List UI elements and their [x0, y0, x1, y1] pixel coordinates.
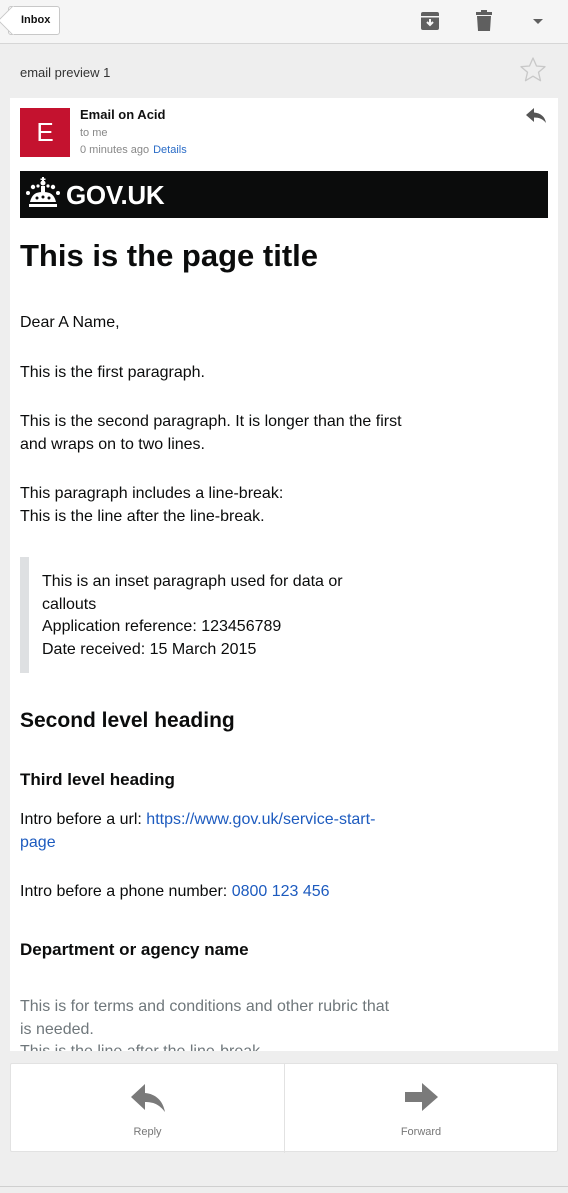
- inbox-back-button[interactable]: Inbox: [8, 6, 61, 35]
- gov-logo-text: GOV.UK: [66, 180, 165, 210]
- inbox-back-label: Inbox: [21, 14, 51, 26]
- chevron-down-icon[interactable]: [527, 10, 549, 32]
- forward-button[interactable]: Forward: [284, 1064, 557, 1153]
- gov-banner: GOV.UK: [20, 171, 548, 218]
- message-time: 0 minutes ago Details: [80, 144, 187, 156]
- forward-arrow-icon: [405, 1083, 438, 1111]
- paragraph-3-line-1: This paragraph includes a line-break:: [20, 485, 284, 502]
- page-title: This is the page title: [20, 238, 318, 273]
- paragraph-2: This is the second paragraph. It is long…: [20, 413, 402, 453]
- paragraph-3-line-2: This is the line after the line-break.: [20, 507, 265, 525]
- forward-label: Forward: [400, 1126, 442, 1138]
- crown-icon: [26, 177, 60, 207]
- reply-icon[interactable]: [524, 104, 548, 128]
- inset-text: This is an inset paragraph used for data…: [42, 573, 343, 613]
- greeting: Dear A Name,: [20, 314, 120, 331]
- department-name: Department or agency name: [20, 940, 249, 959]
- message-card: E Email on Acid to me 0 minutes ago Detai…: [10, 98, 558, 1051]
- time-text: 0 minutes ago: [80, 144, 150, 156]
- star-icon[interactable]: [519, 56, 547, 84]
- rubric-line-2: This is the line after the line-break.: [20, 1043, 265, 1051]
- phone-link[interactable]: 0800 123 456: [232, 883, 330, 900]
- paragraph-1: This is the first paragraph.: [20, 364, 205, 381]
- url-intro: Intro before a url:: [20, 811, 147, 828]
- subject-bar: email preview 1: [0, 45, 568, 95]
- top-toolbar: Inbox: [0, 0, 568, 44]
- rubric-line-1: This is for terms and conditions and oth…: [20, 998, 390, 1038]
- details-link[interactable]: Details: [153, 144, 187, 156]
- avatar: E: [20, 108, 70, 157]
- second-level-heading: Second level heading: [20, 709, 235, 732]
- sender-name[interactable]: Email on Acid: [80, 107, 165, 122]
- reply-arrow-icon: [130, 1084, 165, 1112]
- application-reference: Application reference: 123456789: [42, 618, 282, 635]
- date-received: Date received: 15 March 2015: [42, 640, 257, 658]
- email-subject: email preview 1: [20, 65, 111, 80]
- url-paragraph: Intro before a url: https://www.gov.uk/s…: [20, 809, 380, 854]
- bottom-divider: [0, 1186, 568, 1187]
- action-bar: Reply Forward: [10, 1063, 558, 1153]
- archive-icon[interactable]: [419, 10, 441, 32]
- trash-icon[interactable]: [473, 10, 495, 32]
- reply-button[interactable]: Reply: [11, 1064, 284, 1153]
- recipient-label: to me: [80, 127, 108, 139]
- phone-intro: Intro before a phone number:: [20, 883, 232, 900]
- reply-label: Reply: [133, 1126, 162, 1138]
- rubric-paragraph: This is for terms and conditions and oth…: [20, 996, 400, 1051]
- inset-callout: This is an inset paragraph used for data…: [20, 557, 420, 673]
- third-level-heading: Third level heading: [20, 770, 175, 789]
- phone-paragraph: Intro before a phone number: 0800 123 45…: [20, 881, 420, 904]
- paragraph-3: This paragraph includes a line-break: Th…: [20, 483, 420, 528]
